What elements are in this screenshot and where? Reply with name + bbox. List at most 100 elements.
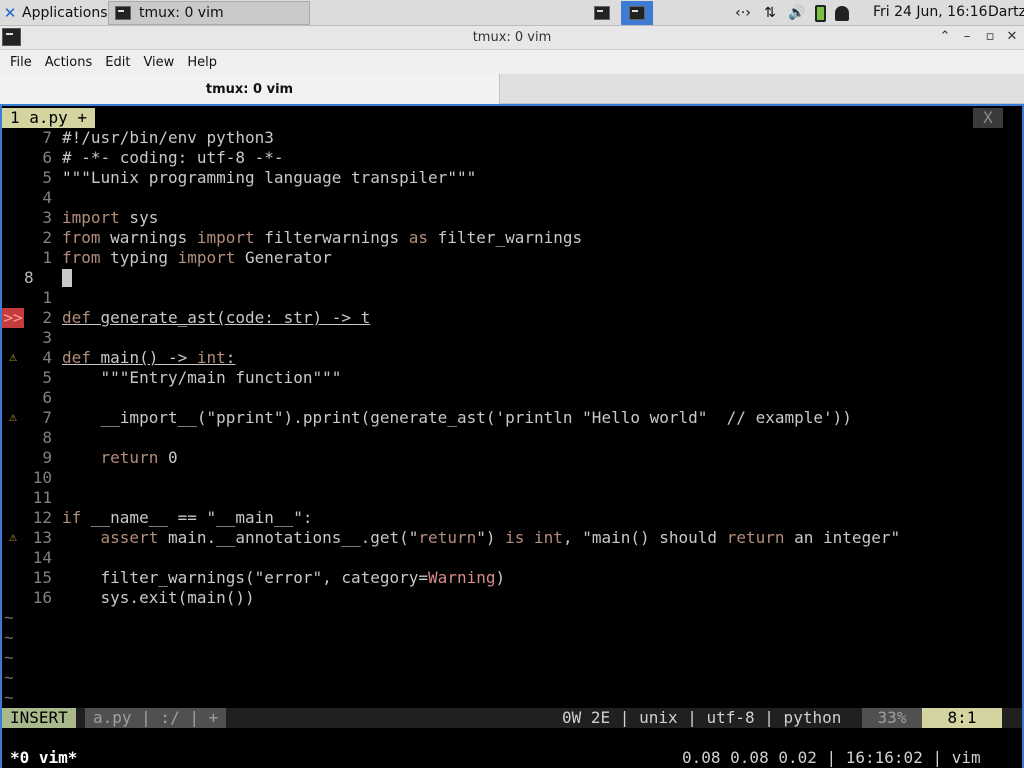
workspace-2-button[interactable]: [621, 1, 653, 25]
battery-icon[interactable]: [815, 4, 826, 22]
line-number: 10: [32, 468, 52, 487]
minimize-button[interactable]: –: [958, 28, 976, 46]
vim-line[interactable]: >> 2 def generate_ast(code: str) -> t: [2, 308, 1002, 328]
line-number: 5: [42, 168, 52, 187]
empty-line-marker: ~: [4, 668, 14, 687]
taskbar-item-tmux[interactable]: tmux: 0 vim: [108, 1, 310, 25]
empty-line-marker: ~: [4, 628, 14, 647]
vim-file-info: a.py | :/ | +: [85, 708, 227, 728]
line-number: 11: [32, 488, 52, 507]
code-text[interactable]: def main() -> int:: [62, 348, 235, 368]
vim-line[interactable]: 15 filter_warnings("error", category=War…: [2, 568, 1002, 588]
transfer-icon[interactable]: ⇅: [761, 5, 779, 21]
notification-bell-icon[interactable]: [835, 5, 849, 21]
empty-line-marker: ~: [4, 648, 14, 667]
vim-line[interactable]: 3: [2, 328, 1002, 348]
code-text[interactable]: from warnings import filterwarnings as f…: [62, 228, 582, 248]
vim-line[interactable]: 7 #!/usr/bin/env python3: [2, 128, 1002, 148]
line-number: 4: [42, 188, 52, 207]
applications-menu-button[interactable]: ✕ Applications: [2, 2, 114, 24]
line-number: 9: [42, 448, 52, 467]
line-number: 13: [32, 528, 52, 547]
workspace-1-button[interactable]: [589, 2, 615, 24]
line-number: 6: [42, 388, 52, 407]
vim-buffer-tab[interactable]: 1 a.py +: [2, 108, 96, 128]
vim-line[interactable]: 6 # -*- coding: utf-8 -*-: [2, 148, 1002, 168]
code-text[interactable]: """Entry/main function""": [62, 368, 342, 388]
line-number: 7: [42, 128, 52, 147]
vim-line[interactable]: 3 import sys: [2, 208, 1002, 228]
vim-close-tab-button[interactable]: X: [973, 108, 1003, 128]
vim-line[interactable]: 1 from typing import Generator: [2, 248, 1002, 268]
menu-bar: File Actions Edit View Help: [0, 50, 1024, 74]
vim-line[interactable]: 4: [2, 188, 1002, 208]
empty-line-marker: ~: [4, 688, 14, 707]
vim-line[interactable]: 10: [2, 468, 1002, 488]
code-text[interactable]: #!/usr/bin/env python3: [62, 128, 274, 148]
menu-edit[interactable]: Edit: [105, 55, 130, 70]
code-text[interactable]: if __name__ == "__main__":: [62, 508, 312, 528]
xfce-logo-icon: ✕: [3, 4, 17, 22]
code-text[interactable]: return 0: [62, 448, 178, 468]
user-menu[interactable]: Dartz: [988, 4, 1024, 20]
vim-file-details: 0W 2E | unix | utf-8 | python: [562, 708, 842, 727]
line-number: 5: [42, 368, 52, 387]
window-titlebar: tmux: 0 vim ⌃ – ▫ ✕: [0, 26, 1024, 50]
code-text[interactable]: # -*- coding: utf-8 -*-: [62, 148, 284, 168]
tab-bar-empty-area: [500, 74, 1024, 104]
vim-line[interactable]: ⚠ 7 __import__("pprint").pprint(generate_…: [2, 408, 1002, 428]
vim-line[interactable]: 8: [2, 268, 1002, 288]
vim-line[interactable]: 5 """Lunix programming language transpile…: [2, 168, 1002, 188]
close-button[interactable]: ✕: [1003, 28, 1021, 46]
tab-tmux[interactable]: tmux: 0 vim: [0, 74, 500, 104]
menu-actions[interactable]: Actions: [45, 55, 93, 70]
code-text[interactable]: """Lunix programming language transpiler…: [62, 168, 476, 188]
line-number: 14: [32, 548, 52, 567]
maximize-button[interactable]: ▫: [981, 28, 999, 46]
code-text[interactable]: filter_warnings("error", category=Warnin…: [62, 568, 506, 588]
vim-line[interactable]: 11: [2, 488, 1002, 508]
volume-icon[interactable]: 🔊: [788, 5, 806, 21]
vim-line[interactable]: 12 if __name__ == "__main__":: [2, 508, 1002, 528]
line-number: 3: [42, 208, 52, 227]
vim-line[interactable]: 5 """Entry/main function""": [2, 368, 1002, 388]
line-number: 7: [42, 408, 52, 427]
line-number: 1: [42, 288, 52, 307]
code-text[interactable]: from typing import Generator: [62, 248, 332, 268]
vim-line[interactable]: 16 sys.exit(main()): [2, 588, 1002, 608]
shade-button[interactable]: ⌃: [936, 28, 954, 46]
vim-line[interactable]: 14: [2, 548, 1002, 568]
desktop-panel: ✕ Applications tmux: 0 vim ‹·› ⇅ 🔊 Fri 2…: [0, 0, 1024, 26]
vim-cursor-position: 8:1: [922, 708, 1002, 728]
terminal-icon: [629, 6, 645, 20]
network-icon[interactable]: ‹·›: [734, 5, 752, 21]
line-number: 2: [42, 308, 52, 327]
line-number: 6: [42, 148, 52, 167]
menu-help[interactable]: Help: [187, 55, 217, 70]
terminal-area[interactable]: 1 a.py + X 7 #!/usr/bin/env python3 6 # -*-…: [0, 104, 1024, 768]
applications-label: Applications: [22, 5, 108, 21]
code-text[interactable]: import sys: [62, 208, 158, 228]
tmux-window-list[interactable]: *0 vim*: [10, 748, 77, 767]
line-number: 8: [42, 428, 52, 447]
vim-line[interactable]: 6: [2, 388, 1002, 408]
code-text[interactable]: def generate_ast(code: str) -> t: [62, 308, 370, 328]
text-cursor: [62, 269, 72, 287]
line-number: 4: [42, 348, 52, 367]
vim-line[interactable]: ⚠ 13 assert main.__annotations__.get("ret…: [2, 528, 1002, 548]
code-text[interactable]: assert main.__annotations__.get("return"…: [62, 528, 901, 548]
vim-line[interactable]: 2 from warnings import filterwarnings as …: [2, 228, 1002, 248]
clock[interactable]: Fri 24 Jun, 16:16: [873, 4, 988, 20]
menu-file[interactable]: File: [10, 55, 32, 70]
line-number: 15: [32, 568, 52, 587]
vim-statusline: INSERT a.py | :/ | + 0W 2E | unix | utf-…: [2, 708, 1022, 728]
vim-line[interactable]: ⚠ 4 def main() -> int:: [2, 348, 1002, 368]
vim-mode: INSERT: [2, 708, 76, 728]
vim-line[interactable]: 1: [2, 288, 1002, 308]
code-text[interactable]: sys.exit(main()): [62, 588, 255, 608]
vim-line[interactable]: 9 return 0: [2, 448, 1002, 468]
vim-line[interactable]: 8: [2, 428, 1002, 448]
menu-view[interactable]: View: [143, 55, 174, 70]
vim-percent: 33%: [862, 708, 922, 728]
code-text[interactable]: __import__("pprint").pprint(generate_ast…: [62, 408, 852, 428]
